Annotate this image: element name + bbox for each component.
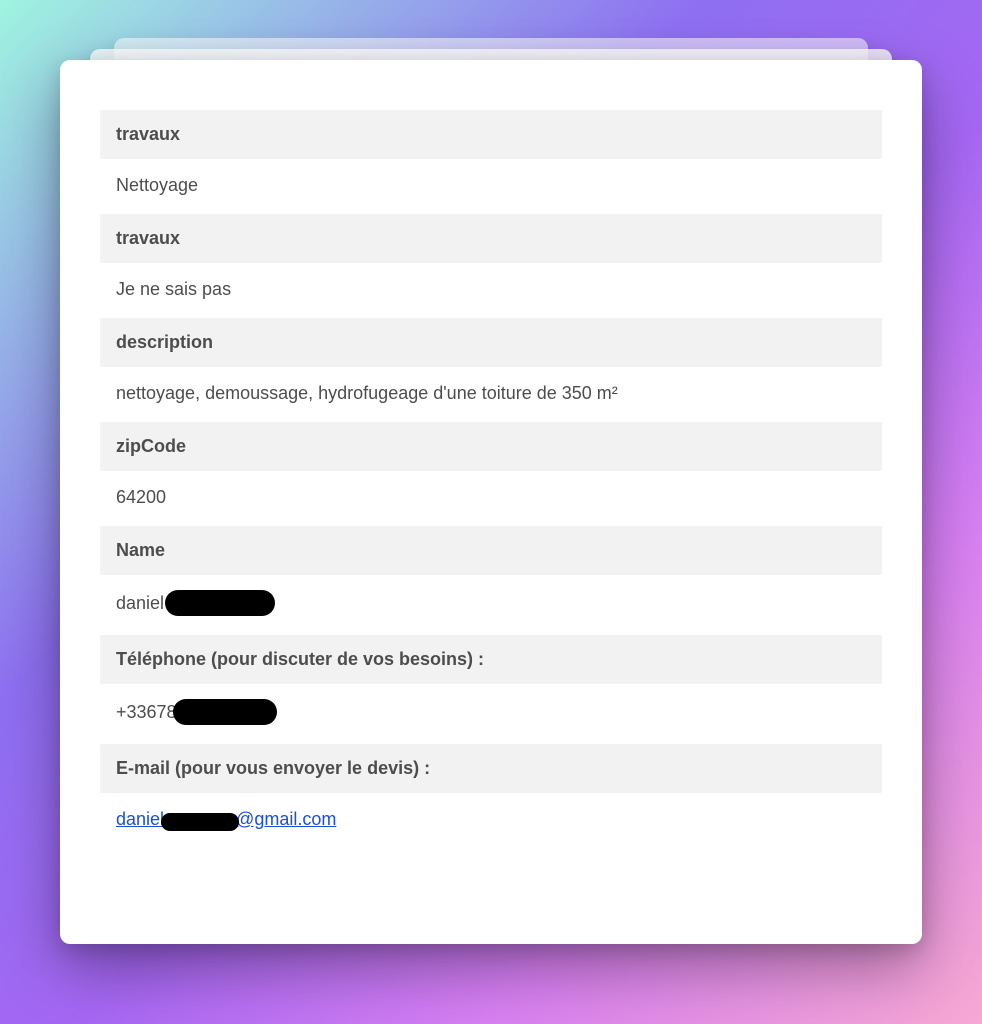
field-label: Téléphone (pour discuter de vos besoins)…: [100, 635, 882, 684]
card-stack: travaux Nettoyage travaux Je ne sais pas…: [60, 60, 922, 944]
field-value: Je ne sais pas: [100, 263, 882, 318]
field-value: daniel: [100, 575, 882, 635]
email-suffix: @gmail.com: [236, 809, 336, 829]
field-label: E-mail (pour vous envoyer le devis) :: [100, 744, 882, 793]
email-link[interactable]: daniel @gmail.com: [116, 809, 336, 829]
name-prefix: daniel: [116, 593, 169, 613]
redacted-email: [161, 813, 239, 831]
redacted-name: [165, 590, 275, 616]
field-value: 64200: [100, 471, 882, 526]
field-label: travaux: [100, 214, 882, 263]
field-row-travaux-1: travaux Nettoyage: [100, 110, 882, 214]
field-value: +33678: [100, 684, 882, 744]
field-row-zipcode: zipCode 64200: [100, 422, 882, 526]
field-row-travaux-2: travaux Je ne sais pas: [100, 214, 882, 318]
field-value: daniel @gmail.com: [100, 793, 882, 848]
redacted-phone: [173, 699, 277, 725]
phone-prefix: +33678: [116, 702, 177, 722]
field-row-telephone: Téléphone (pour discuter de vos besoins)…: [100, 635, 882, 744]
field-label: travaux: [100, 110, 882, 159]
field-value: Nettoyage: [100, 159, 882, 214]
form-card: travaux Nettoyage travaux Je ne sais pas…: [60, 60, 922, 944]
field-row-name: Name daniel: [100, 526, 882, 635]
field-label: zipCode: [100, 422, 882, 471]
email-prefix: daniel: [116, 809, 164, 829]
field-value: nettoyage, demoussage, hydrofugeage d'un…: [100, 367, 882, 422]
field-label: description: [100, 318, 882, 367]
field-row-email: E-mail (pour vous envoyer le devis) : da…: [100, 744, 882, 848]
field-row-description: description nettoyage, demoussage, hydro…: [100, 318, 882, 422]
field-label: Name: [100, 526, 882, 575]
